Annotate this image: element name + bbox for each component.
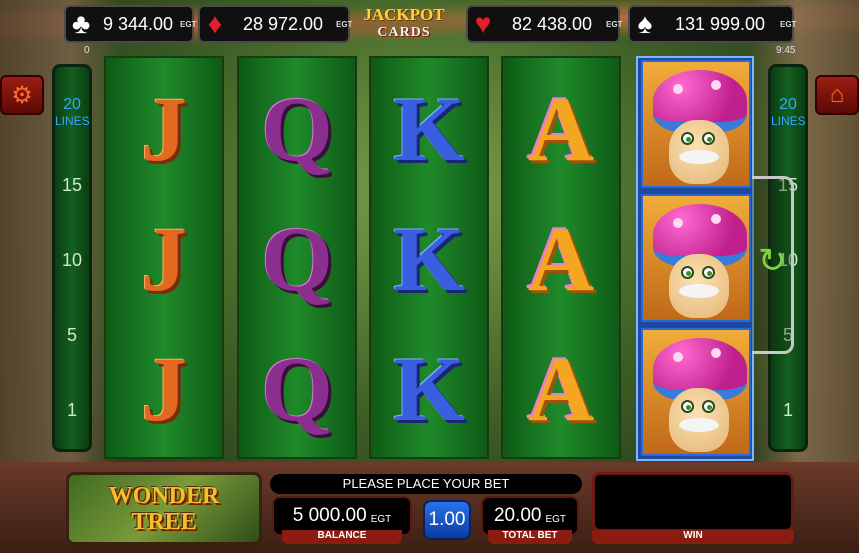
gear-icon: ⚙ xyxy=(11,81,33,109)
mushroom-face-icon xyxy=(669,120,729,184)
line-marker-1: 1 xyxy=(66,400,77,420)
symbol-a: A xyxy=(527,338,595,440)
paylines-bar-left[interactable]: 20 LINES 15 10 5 1 xyxy=(52,64,92,452)
jackpot-spades: ♠ 131 999.00 EGT xyxy=(628,5,797,43)
mushroom-face-icon xyxy=(669,254,729,318)
lines-count-label: LINES xyxy=(771,114,806,128)
mushroom-wild-symbol xyxy=(641,194,751,322)
settings-button[interactable]: ⚙ xyxy=(0,75,44,115)
jackpot-brand: EGT xyxy=(780,19,797,29)
jackpot-brand: EGT xyxy=(336,19,353,29)
jackpot-spades-amount: 131 999.00 xyxy=(674,13,766,34)
mushroom-face-icon xyxy=(669,388,729,452)
reel-2: Q Q Q xyxy=(237,56,357,459)
win-label: WIN xyxy=(592,530,794,544)
reel-5 xyxy=(636,56,754,461)
line-marker-10: 10 xyxy=(61,250,83,270)
home-icon: ⌂ xyxy=(829,81,845,108)
jackpot-diamonds-amount: 28 972.00 xyxy=(242,13,324,34)
line-marker-1: 1 xyxy=(782,400,793,420)
line-marker-15: 15 xyxy=(61,175,83,195)
jackpot-logo-line2: CARDS xyxy=(377,25,431,40)
jackpot-cards-logo: JACKPOT CARDS xyxy=(358,5,450,45)
jackpot-clubs: ♣ 9 344.00 EGT xyxy=(64,5,197,43)
denomination-button[interactable]: 1.00 xyxy=(423,500,471,540)
total-bet-value: 20.00 xyxy=(493,505,542,526)
clock: 9:45 xyxy=(776,45,796,56)
status-message: PLEASE PLACE YOUR BET xyxy=(270,474,582,494)
balance-value: 5 000.00 xyxy=(292,505,367,526)
reel-1: J J J xyxy=(104,56,224,459)
symbol-j: J xyxy=(141,78,187,180)
symbol-j: J xyxy=(141,338,187,440)
symbol-a: A xyxy=(527,208,595,310)
balance-label: BALANCE xyxy=(282,530,402,544)
mushroom-wild-symbol xyxy=(641,60,751,188)
reel-3: K K K xyxy=(369,56,489,459)
symbol-q: Q xyxy=(261,338,333,440)
curved-arrow-icon: ↻ xyxy=(758,242,787,280)
symbol-q: Q xyxy=(261,78,333,180)
jackpot-logo-line1: JACKPOT xyxy=(363,5,445,24)
lines-count-label: LINES xyxy=(55,114,90,128)
expand-frame: ↻ xyxy=(752,176,794,354)
lines-count-value: 20 xyxy=(779,96,797,113)
jackpot-brand: EGT xyxy=(606,19,623,29)
game-logo-line2: TREE xyxy=(131,509,197,535)
reel-4: A A A xyxy=(501,56,621,459)
jackpot-clubs-amount: 9 344.00 xyxy=(102,13,174,34)
mushroom-wild-symbol xyxy=(641,328,751,456)
clubs-icon: ♣ xyxy=(71,8,91,39)
symbol-q: Q xyxy=(261,208,333,310)
jackpot-hearts-amount: 82 438.00 xyxy=(511,13,593,34)
total-bet-currency: EGT xyxy=(545,513,567,525)
line-marker-5: 5 xyxy=(66,325,77,345)
total-bet-label: TOTAL BET xyxy=(488,530,572,544)
symbol-a: A xyxy=(527,78,595,180)
jackpot-diamonds: ♦ 28 972.00 EGT xyxy=(198,5,353,43)
lines-count: 20 LINES xyxy=(55,96,90,129)
game-logo-line1: WONDER xyxy=(108,483,220,509)
symbol-j: J xyxy=(141,208,187,310)
home-button[interactable]: ⌂ xyxy=(815,75,859,115)
hearts-icon: ♥ xyxy=(474,8,492,39)
lines-count: 20 LINES xyxy=(771,96,806,129)
balance-currency: EGT xyxy=(370,513,392,525)
diamonds-icon: ♦ xyxy=(207,8,223,39)
jackpot-hearts: ♥ 82 438.00 EGT xyxy=(466,5,623,43)
win-display xyxy=(592,472,794,532)
credit-counter: 0 xyxy=(84,45,90,56)
jackpot-brand: EGT xyxy=(180,19,197,29)
symbol-k: K xyxy=(393,78,465,180)
symbol-k: K xyxy=(393,208,465,310)
spades-icon: ♠ xyxy=(637,8,653,39)
symbol-k: K xyxy=(393,338,465,440)
lines-count-value: 20 xyxy=(63,96,81,113)
game-logo: WONDER TREE xyxy=(66,472,262,545)
